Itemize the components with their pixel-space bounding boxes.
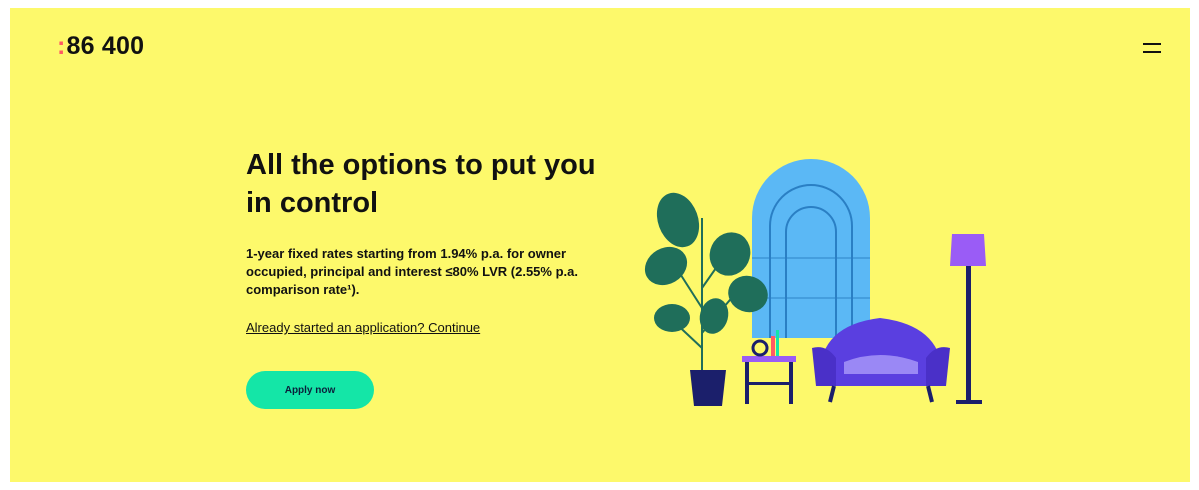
arched-window xyxy=(752,159,870,338)
page-title: All the options to put you in control xyxy=(246,149,596,219)
logo-text: 86 400 xyxy=(66,32,145,60)
floor-lamp xyxy=(950,234,986,404)
logo-86400[interactable]: :86 400 xyxy=(57,32,144,61)
hamburger-menu-icon[interactable] xyxy=(1143,41,1161,55)
hero-section: :86 400 All the options to put you in co… xyxy=(10,8,1190,482)
living-room-illustration xyxy=(644,159,986,406)
apply-now-button[interactable]: Apply now xyxy=(246,371,374,409)
rate-description: 1-year fixed rates starting from 1.94% p… xyxy=(246,246,578,297)
continue-application-link[interactable]: Already started an application? Continue xyxy=(246,319,480,337)
side-table xyxy=(742,330,796,404)
